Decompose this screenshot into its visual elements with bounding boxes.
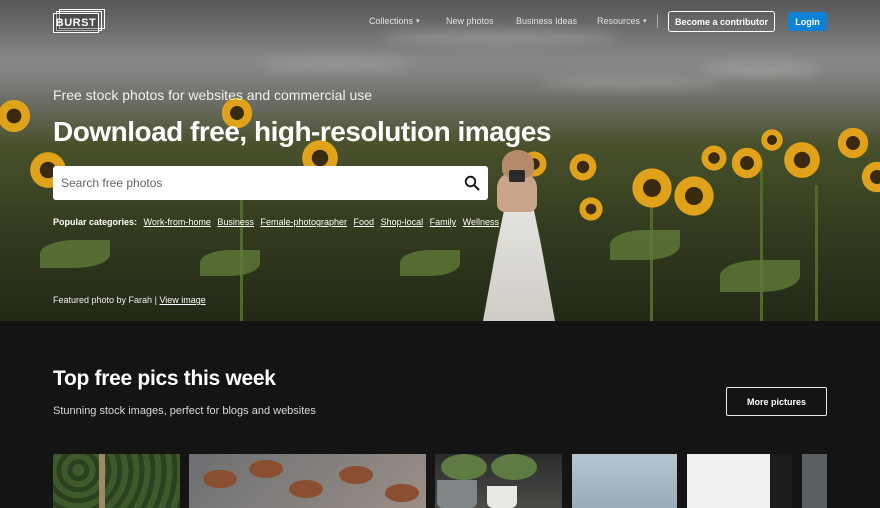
nav-business-ideas[interactable]: Business Ideas xyxy=(516,16,577,26)
view-image-link[interactable]: View image xyxy=(159,295,205,305)
search-icon[interactable] xyxy=(464,175,480,191)
nav-collections[interactable]: Collections ▾ xyxy=(369,16,420,26)
nav-resources[interactable]: Resources ▾ xyxy=(597,16,647,26)
featured-credit-text: Featured photo by Farah xyxy=(53,295,153,305)
nav-business-ideas-label: Business Ideas xyxy=(516,16,578,26)
category-link-work-from-home[interactable]: Work-from-home xyxy=(144,217,211,227)
section-subtitle: Stunning stock images, perfect for blogs… xyxy=(53,405,316,417)
photo-thumbnail[interactable] xyxy=(572,454,677,508)
login-button[interactable]: Login xyxy=(788,12,827,31)
featured-separator: | xyxy=(154,295,157,305)
photo-thumbnail[interactable] xyxy=(802,454,827,508)
category-link-food[interactable]: Food xyxy=(354,217,375,227)
section-title: Top free pics this week xyxy=(53,367,276,390)
become-contributor-button[interactable]: Become a contributor xyxy=(668,11,775,32)
logo-text: BURST xyxy=(53,13,99,33)
nav-resources-label: Resources xyxy=(597,16,641,26)
popular-categories-label: Popular categories: xyxy=(53,217,138,227)
category-link-wellness[interactable]: Wellness xyxy=(463,217,499,227)
search-input[interactable] xyxy=(53,166,453,200)
category-link-shop-local[interactable]: Shop-local xyxy=(381,217,424,227)
category-link-business[interactable]: Business xyxy=(217,217,254,227)
popular-categories: Popular categories: Work-from-home Busin… xyxy=(53,217,503,227)
photo-thumbnail[interactable] xyxy=(687,454,792,508)
nav-new-photos-label: New photos xyxy=(446,16,494,26)
photo-thumbnail[interactable] xyxy=(189,454,426,508)
nav-collections-label: Collections xyxy=(369,16,414,26)
category-link-female-photographer[interactable]: Female-photographer xyxy=(260,217,347,227)
caret-down-icon: ▾ xyxy=(416,18,420,25)
photo-thumbnail[interactable] xyxy=(435,454,562,508)
hero-subtitle: Free stock photos for websites and comme… xyxy=(53,87,373,103)
more-pictures-button[interactable]: More pictures xyxy=(726,387,827,416)
nav-new-photos[interactable]: New photos xyxy=(446,16,494,26)
category-link-family[interactable]: Family xyxy=(430,217,457,227)
hero-background xyxy=(0,0,880,321)
hero-title: Download free, high-resolution images xyxy=(53,116,552,147)
nav-divider xyxy=(657,14,658,28)
burst-logo[interactable]: BURST xyxy=(53,9,105,33)
search-bar xyxy=(53,166,488,200)
featured-photo-credit: Featured photo by Farah | View image xyxy=(53,295,206,305)
photo-thumbnail[interactable] xyxy=(53,454,180,508)
caret-down-icon: ▾ xyxy=(643,18,647,25)
